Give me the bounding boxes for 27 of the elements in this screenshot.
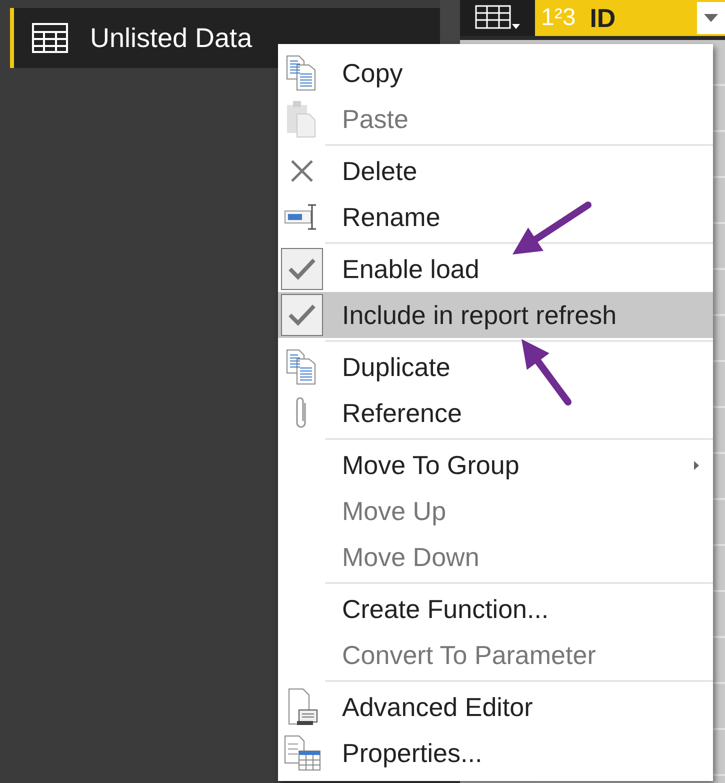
menu-item[interactable]: Reference: [278, 390, 713, 436]
filter-dropdown[interactable]: [697, 2, 725, 34]
caret-icon: [704, 14, 718, 22]
submenu-arrow-icon: [694, 461, 699, 470]
checkbox[interactable]: [280, 248, 322, 290]
menu-item[interactable]: Enable load: [278, 246, 713, 292]
menu-item[interactable]: Move To Group: [278, 442, 713, 488]
menu-item[interactable]: Properties...: [278, 730, 713, 776]
annotation-arrow: [522, 339, 572, 406]
checkmark-icon: [288, 303, 316, 327]
menu-item[interactable]: Delete: [278, 148, 713, 194]
checkbox[interactable]: [280, 294, 322, 336]
menu-item[interactable]: Create Function...: [278, 586, 713, 632]
table-icon: [32, 23, 68, 53]
menu-item[interactable]: Rename: [278, 194, 713, 240]
clipboard-icon: [284, 100, 318, 138]
properties-icon: [282, 735, 320, 771]
column-header: ID: [590, 2, 617, 34]
close-icon: [290, 159, 314, 183]
duplicate-icon: [284, 349, 318, 385]
menu-item[interactable]: Include in report refresh: [278, 292, 713, 338]
menu-item[interactable]: Duplicate: [278, 344, 713, 390]
table-menu-icon[interactable]: [474, 5, 520, 31]
checkmark-icon: [288, 257, 316, 281]
copy-icon: [284, 55, 318, 91]
data-type-label: 1²3: [541, 4, 576, 32]
menu-item[interactable]: Advanced Editor: [278, 684, 713, 730]
